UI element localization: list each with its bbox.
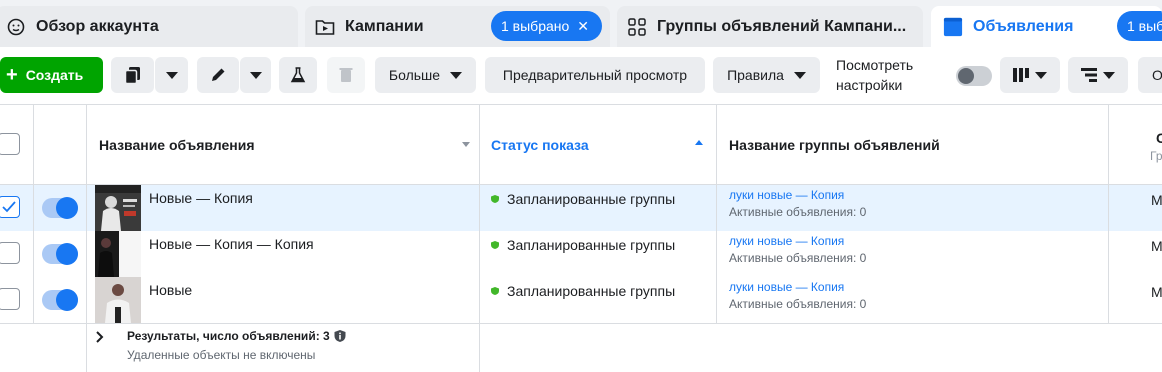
- campaign-folder-icon: [315, 17, 335, 37]
- column-header-delivery-status[interactable]: Статус показа: [491, 104, 691, 185]
- ad-set-link[interactable]: луки новые — Копия: [729, 234, 844, 248]
- preview-button[interactable]: Предварительный просмотр: [485, 57, 705, 93]
- create-button[interactable]: + Создать: [0, 57, 103, 93]
- tab-campaigns[interactable]: Кампании 1 выбрано ✕: [305, 6, 610, 47]
- columns-icon: [1013, 68, 1029, 82]
- ad-status-toggle[interactable]: [42, 243, 78, 265]
- breakdown-icon: [1081, 68, 1097, 82]
- tab-label: Кампании: [345, 17, 424, 35]
- duplicate-dropdown-button[interactable]: [155, 57, 188, 93]
- row-checkbox[interactable]: [0, 242, 20, 264]
- chevron-down-icon: [1035, 71, 1047, 79]
- column-subheader-truncated: Гр: [1150, 149, 1162, 163]
- ad-status-toggle[interactable]: [42, 289, 78, 311]
- rules-button[interactable]: Правила: [713, 57, 820, 93]
- ad-status-toggle[interactable]: [42, 197, 78, 219]
- edit-button[interactable]: [197, 57, 239, 93]
- results-note: Удаленные объекты не включены: [127, 348, 316, 362]
- flask-icon: [290, 67, 306, 83]
- plus-icon: +: [6, 64, 18, 86]
- select-all-checkbox[interactable]: [0, 133, 20, 155]
- tab-account-overview[interactable]: Обзор аккаунта: [0, 6, 298, 47]
- shield-status-icon: [491, 287, 499, 295]
- edit-dropdown-button[interactable]: [240, 57, 271, 93]
- delete-button[interactable]: [327, 57, 365, 93]
- column-header-ad-set-name[interactable]: Название группы объявлений: [729, 104, 1099, 185]
- ab-test-button[interactable]: [279, 57, 317, 93]
- toolbar: + Создать Больше Предварительный просмот…: [0, 47, 1162, 104]
- ads-icon: [943, 17, 963, 37]
- sort-ascending-icon[interactable]: [695, 140, 703, 145]
- row-checkbox[interactable]: [0, 196, 20, 218]
- ads-table: Название объявления Статус показа Назван…: [0, 104, 1162, 372]
- active-ads-count: Активные объявления: 0: [729, 205, 867, 219]
- tab-ads[interactable]: Объявления 1 выб: [931, 6, 1162, 47]
- export-button[interactable]: О: [1138, 57, 1162, 93]
- chevron-down-icon: [793, 71, 806, 79]
- ad-thumbnail[interactable]: [95, 231, 141, 277]
- active-ads-count: Активные объявления: 0: [729, 251, 867, 265]
- ad-set-link[interactable]: луки новые — Копия: [729, 280, 844, 294]
- columns-button[interactable]: [1000, 57, 1060, 93]
- truncated-cell: M: [1151, 284, 1162, 300]
- selection-count-badge[interactable]: 1 выбрано ✕: [491, 11, 602, 41]
- ad-thumbnail[interactable]: [95, 185, 141, 231]
- truncated-cell: M: [1151, 238, 1162, 254]
- sort-icon[interactable]: [462, 142, 470, 147]
- delivery-status: Запланированные группы: [491, 191, 675, 207]
- shield-status-icon: [491, 241, 499, 249]
- pencil-icon: [212, 68, 225, 81]
- more-button[interactable]: Больше: [375, 57, 476, 93]
- selection-count-badge[interactable]: 1 выб: [1117, 11, 1162, 41]
- tab-label: Группы объявлений Кампани...: [657, 17, 907, 35]
- delivery-status: Запланированные группы: [491, 237, 675, 253]
- active-ads-count: Активные объявления: 0: [729, 297, 867, 311]
- ad-thumbnail[interactable]: [95, 277, 141, 323]
- view-settings-label: Посмотреть настройки: [836, 57, 914, 93]
- trash-icon: [339, 68, 353, 82]
- chevron-down-icon: [165, 71, 178, 79]
- tab-label: Объявления: [973, 17, 1074, 35]
- account-overview-icon: [6, 17, 26, 37]
- duplicate-icon: [124, 67, 140, 85]
- chevron-down-icon: [450, 71, 463, 79]
- ad-name[interactable]: Новые — Копия — Копия: [149, 236, 314, 252]
- chevron-down-icon: [249, 71, 262, 79]
- chevron-down-icon: [1103, 71, 1115, 79]
- ad-name[interactable]: Новые: [149, 282, 192, 298]
- delivery-status: Запланированные группы: [491, 283, 675, 299]
- column-header-ad-name[interactable]: Название объявления: [99, 104, 469, 185]
- tab-bar: Обзор аккаунта Кампании 1 выбрано ✕ Груп…: [0, 0, 1162, 47]
- duplicate-button[interactable]: [111, 57, 154, 93]
- truncated-cell: M: [1151, 192, 1162, 208]
- column-header-truncated[interactable]: С: [1156, 130, 1162, 146]
- results-summary: Результаты, число объявлений: 3: [127, 329, 346, 343]
- shield-status-icon: [491, 195, 499, 203]
- info-icon[interactable]: [334, 330, 346, 342]
- ad-name[interactable]: Новые — Копия: [149, 190, 253, 206]
- checkmark-icon: [2, 201, 16, 213]
- ad-sets-grid-icon: [627, 17, 647, 37]
- chevron-right-icon[interactable]: [95, 331, 105, 343]
- row-checkbox[interactable]: [0, 288, 20, 310]
- breakdown-button[interactable]: [1068, 57, 1128, 93]
- ad-set-link[interactable]: луки новые — Копия: [729, 188, 844, 202]
- close-icon[interactable]: ✕: [577, 18, 589, 35]
- tab-ad-sets[interactable]: Группы объявлений Кампани...: [617, 6, 923, 47]
- view-settings-toggle[interactable]: [956, 66, 992, 86]
- tab-label: Обзор аккаунта: [36, 17, 159, 35]
